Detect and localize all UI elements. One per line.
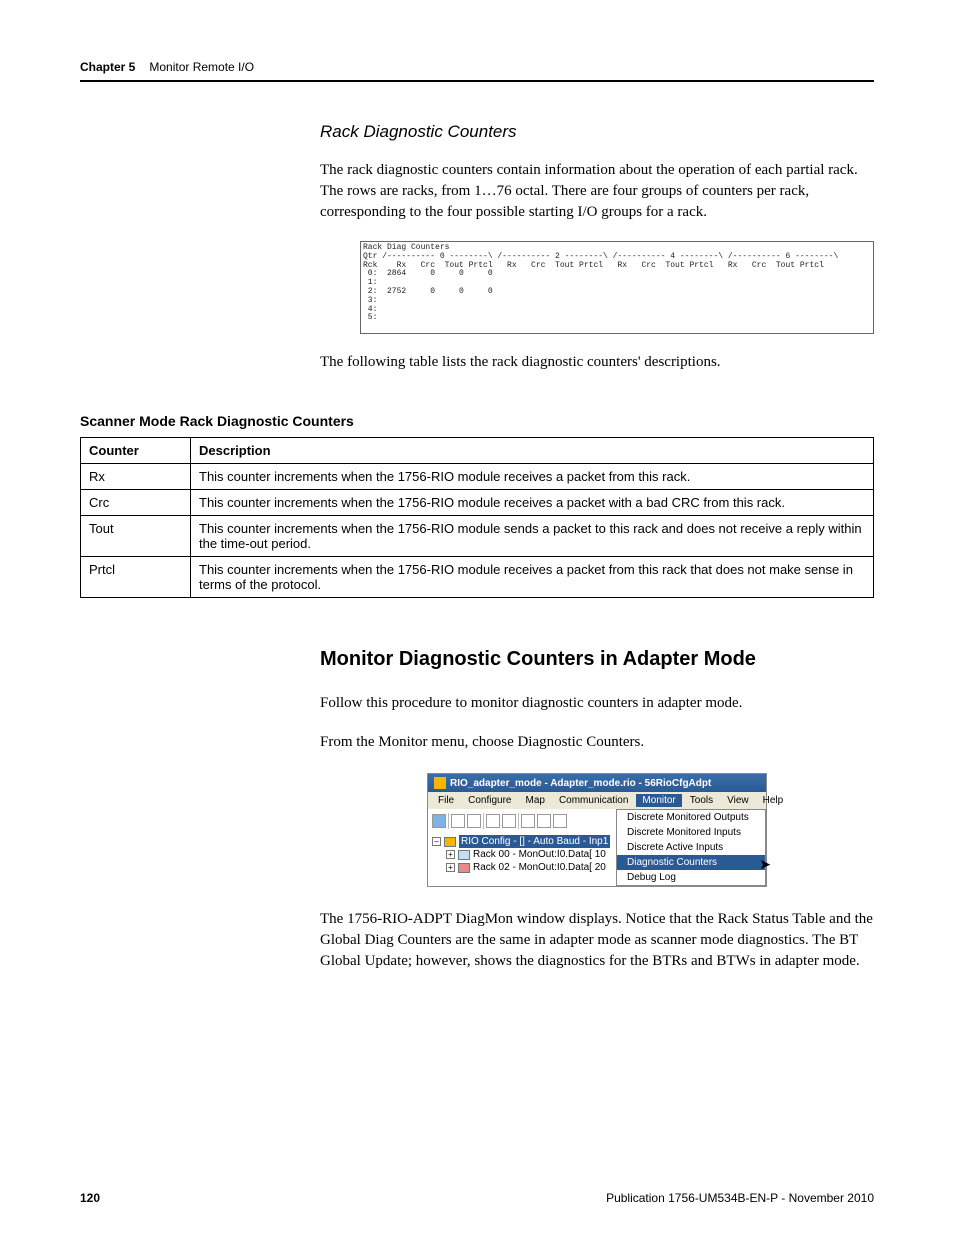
rack-diag-counters-screenshot: Rack Diag Counters Qtr /---------- 0 ---… [360, 241, 874, 334]
dropdown-item[interactable]: Discrete Monitored Inputs [617, 825, 765, 840]
cursor-icon: ➤ [759, 856, 771, 873]
dropdown-item[interactable]: Debug Log [617, 870, 765, 885]
table-header-description: Description [191, 438, 874, 464]
tree-expand-icon[interactable]: + [446, 850, 455, 859]
menu-configure[interactable]: Configure [462, 794, 517, 807]
description-cell: This counter increments when the 1756-RI… [191, 516, 874, 557]
tree-root-label: RIO Config - [] - Auto Baud - Inp1 [459, 835, 610, 848]
counter-cell: Rx [81, 464, 191, 490]
tree-collapse-icon[interactable]: – [432, 837, 441, 846]
tree-root-node[interactable]: – RIO Config - [] - Auto Baud - Inp1 [432, 835, 612, 848]
toolbar-icon[interactable] [451, 814, 465, 828]
tree-view: – RIO Config - [] - Auto Baud - Inp1 + R… [428, 833, 616, 876]
dropdown-item[interactable]: Discrete Monitored Outputs [617, 810, 765, 825]
table-row: Prtcl This counter increments when the 1… [81, 557, 874, 598]
counter-cell: Prtcl [81, 557, 191, 598]
body-paragraph: From the Monitor menu, choose Diagnostic… [320, 732, 874, 753]
tree-node-icon [458, 850, 470, 860]
chapter-label: Chapter 5 [80, 60, 135, 74]
dropdown-item[interactable]: Discrete Active Inputs [617, 840, 765, 855]
table-row: Rx This counter increments when the 1756… [81, 464, 874, 490]
page-footer: 120 Publication 1756-UM534B-EN-P - Novem… [80, 1191, 874, 1205]
menu-view[interactable]: View [721, 794, 755, 807]
section-heading: Monitor Diagnostic Counters in Adapter M… [320, 648, 874, 671]
toolbar-icon[interactable] [467, 814, 481, 828]
body-paragraph: The rack diagnostic counters contain inf… [320, 160, 874, 223]
toolbar-icon[interactable] [553, 814, 567, 828]
toolbar-separator [518, 813, 519, 829]
tree-node-icon [458, 863, 470, 873]
description-cell: This counter increments when the 1756-RI… [191, 557, 874, 598]
dropdown-item-highlighted[interactable]: Diagnostic Counters ➤ [617, 855, 765, 870]
counters-table: Counter Description Rx This counter incr… [80, 437, 874, 598]
toolbar-icon[interactable] [521, 814, 535, 828]
table-header-row: Counter Description [81, 438, 874, 464]
table-row: Crc This counter increments when the 175… [81, 490, 874, 516]
description-cell: This counter increments when the 1756-RI… [191, 464, 874, 490]
app-icon [434, 777, 446, 789]
app-title: RIO_adapter_mode - Adapter_mode.rio - 56… [450, 778, 711, 789]
app-titlebar: RIO_adapter_mode - Adapter_mode.rio - 56… [428, 774, 766, 792]
tree-child-node[interactable]: + Rack 00 - MonOut:I0.Data[ 10 [432, 848, 612, 861]
monitor-dropdown-menu: Discrete Monitored Outputs Discrete Moni… [616, 809, 766, 886]
tree-child-label: Rack 02 - MonOut:I0.Data[ 20 [473, 861, 606, 874]
counter-cell: Crc [81, 490, 191, 516]
table-title: Scanner Mode Rack Diagnostic Counters [80, 413, 874, 429]
tree-child-node[interactable]: + Rack 02 - MonOut:I0.Data[ 20 [432, 861, 612, 874]
app-toolbar [428, 811, 616, 833]
description-cell: This counter increments when the 1756-RI… [191, 490, 874, 516]
table-header-counter: Counter [81, 438, 191, 464]
menu-help[interactable]: Help [757, 794, 790, 807]
chapter-title: Monitor Remote I/O [149, 60, 254, 74]
toolbar-icon[interactable] [486, 814, 500, 828]
tree-expand-icon[interactable]: + [446, 863, 455, 872]
subsection-heading: Rack Diagnostic Counters [320, 122, 874, 142]
counter-cell: Tout [81, 516, 191, 557]
page-number: 120 [80, 1191, 100, 1205]
publication-info: Publication 1756-UM534B-EN-P - November … [606, 1191, 874, 1205]
toolbar-separator [448, 813, 449, 829]
page-header: Chapter 5 Monitor Remote I/O [80, 60, 874, 82]
tree-child-label: Rack 00 - MonOut:I0.Data[ 10 [473, 848, 606, 861]
tree-node-icon [444, 837, 456, 847]
menu-file[interactable]: File [432, 794, 460, 807]
body-paragraph: Follow this procedure to monitor diagnos… [320, 693, 874, 714]
toolbar-icon[interactable] [502, 814, 516, 828]
body-paragraph: The following table lists the rack diagn… [320, 352, 874, 373]
toolbar-save-icon[interactable] [432, 814, 446, 828]
app-window-screenshot: RIO_adapter_mode - Adapter_mode.rio - 56… [427, 773, 767, 887]
menu-monitor[interactable]: Monitor [636, 794, 681, 807]
menu-communication[interactable]: Communication [553, 794, 634, 807]
toolbar-icon[interactable] [537, 814, 551, 828]
menu-tools[interactable]: Tools [684, 794, 719, 807]
toolbar-separator [483, 813, 484, 829]
body-paragraph: The 1756-RIO-ADPT DiagMon window display… [320, 909, 874, 972]
app-menubar: File Configure Map Communication Monitor… [428, 792, 766, 809]
menu-map[interactable]: Map [519, 794, 550, 807]
table-row: Tout This counter increments when the 17… [81, 516, 874, 557]
dropdown-item-label: Diagnostic Counters [627, 857, 717, 868]
